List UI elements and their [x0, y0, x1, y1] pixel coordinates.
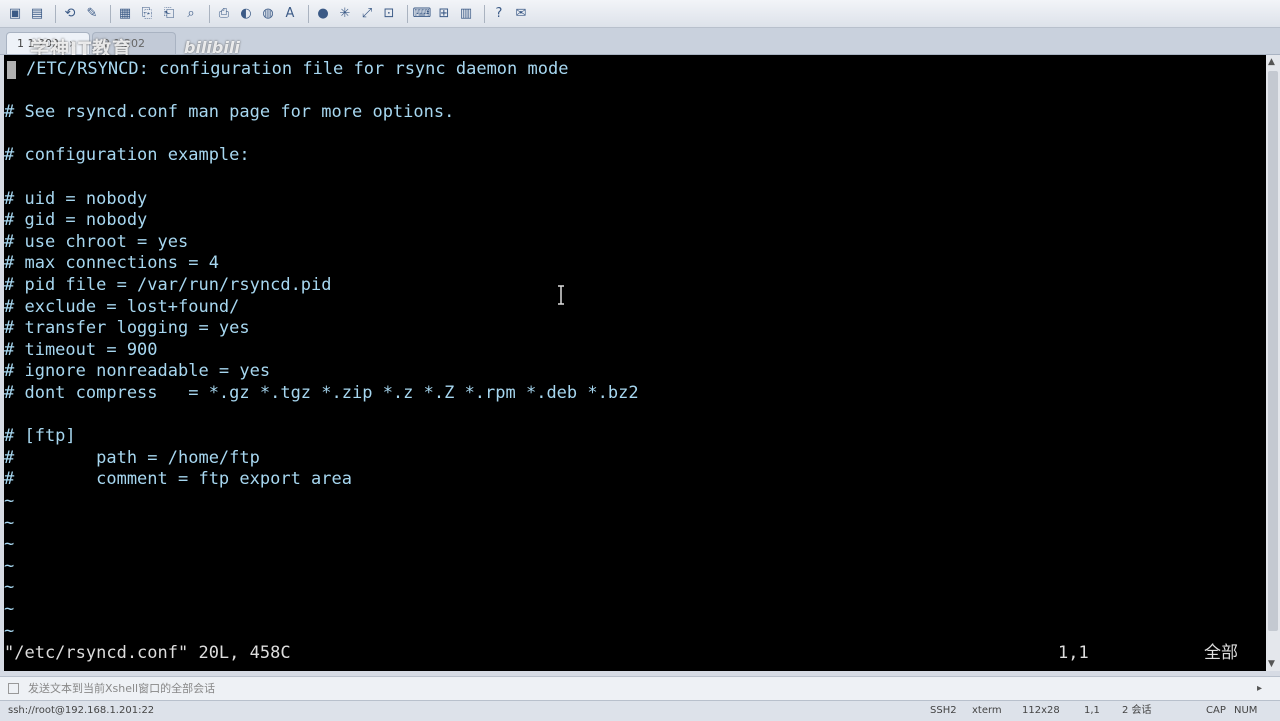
toolbar-divider — [407, 4, 408, 23]
terminal[interactable]: /ETC/RSYNCD: configuration file for rsyn… — [4, 55, 1266, 671]
terminal-line: # ignore nonreadable = yes — [4, 361, 271, 382]
find-icon[interactable]: ⌕ — [182, 5, 200, 23]
status-bar: ssh://root@192.168.1.201:22 SSH2 xterm 1… — [0, 700, 1280, 721]
terminal-line: # exclude = lost+found/ — [4, 296, 240, 317]
scroll-up-icon[interactable]: ▲ — [1268, 57, 1275, 67]
properties-icon[interactable]: ▦ — [116, 5, 134, 23]
terminal-line: # uid = nobody — [4, 188, 148, 209]
layout-icon[interactable]: ▥ — [457, 5, 475, 23]
empty-line-marker: ~ — [4, 555, 15, 576]
terminal-line: # pid file = /var/run/rsyncd.pid — [4, 275, 332, 295]
toolbar-divider — [308, 4, 309, 23]
paste-icon[interactable]: ⎗ — [160, 5, 178, 23]
terminal-type: xterm — [972, 705, 1002, 716]
copy-icon[interactable]: ⎘ — [138, 5, 156, 23]
cursor-position: 1,1 — [1084, 705, 1100, 716]
empty-line-marker: ~ — [4, 512, 15, 533]
help-icon[interactable]: ? — [490, 5, 508, 23]
print-icon[interactable]: ⎙ — [215, 5, 233, 23]
toolbar-divider — [209, 4, 210, 23]
empty-line-marker: ~ — [4, 620, 15, 641]
globe-icon[interactable]: ◍ — [259, 5, 277, 23]
terminal-line: # max connections = 4 — [4, 253, 219, 274]
empty-line-marker: ~ — [4, 577, 15, 598]
compose-bar[interactable]: 发送文本到当前Xshell窗口的全部会话 ▸ — [0, 676, 1280, 701]
tunnel-icon[interactable]: ✳ — [336, 5, 354, 23]
text-cursor — [7, 61, 16, 79]
terminal-line: # timeout = 900 — [4, 339, 158, 360]
empty-line-marker: ~ — [4, 599, 15, 619]
protocol-label: SSH2 — [930, 705, 957, 716]
num-lock-indicator: NUM — [1234, 705, 1258, 716]
toolbar-divider — [55, 4, 56, 23]
terminal-line: # [ftp] — [4, 426, 76, 447]
disconnect-icon[interactable]: ✎ — [83, 5, 101, 23]
caps-lock-indicator: CAP — [1206, 705, 1226, 716]
empty-line-marker: ~ — [4, 534, 15, 555]
scroll-down-icon[interactable]: ▼ — [1268, 659, 1275, 669]
vim-cursor-position: 1,1 — [1058, 643, 1089, 663]
vertical-scrollbar[interactable]: ▲ ▼ — [1266, 55, 1280, 671]
ibeam-cursor-icon — [558, 285, 564, 305]
terminal-line: # transfer logging = yes — [4, 318, 250, 339]
new-session-icon[interactable]: ▣ — [6, 5, 24, 23]
terminal-line: # use chroot = yes — [4, 231, 189, 252]
terminal-line: # path = /home/ftp — [4, 447, 260, 468]
toolbar-divider — [110, 4, 111, 23]
terminal-line: # configuration example: — [4, 145, 250, 166]
terminal-size: 112x28 — [1022, 705, 1060, 716]
compose-icon — [8, 683, 19, 694]
add-icon[interactable]: ⊞ — [435, 5, 453, 23]
xftp-icon[interactable]: ● — [314, 5, 332, 23]
reconnect-icon[interactable]: ⟲ — [61, 5, 79, 23]
session-count: 2 会话 — [1122, 705, 1152, 716]
terminal-line: /ETC/RSYNCD: configuration file for rsyn… — [26, 59, 569, 79]
connection-info: ssh://root@192.168.1.201:22 — [8, 705, 155, 716]
chat-icon[interactable]: ✉ — [512, 5, 530, 23]
fullscreen-icon[interactable]: ⤢ — [358, 5, 376, 23]
compose-input[interactable]: 发送文本到当前Xshell窗口的全部会话 — [28, 677, 215, 701]
open-folder-icon[interactable]: ▤ — [28, 5, 46, 23]
terminal-line: # dont compress = *.gz *.tgz *.zip *.z *… — [4, 383, 639, 403]
keyboard-icon[interactable]: ⌨ — [413, 5, 432, 23]
toolbar: ▣ ▤ ⟲ ✎ ▦ ⎘ ⎗ ⌕ ⎙ ◐ ◍ A ● ✳ ⤢ ⊡ ⌨ ⊞ ▥ ? … — [0, 0, 1280, 28]
terminal-line: # comment = ftp export area — [4, 469, 352, 490]
toolbar-divider — [484, 4, 485, 23]
font-icon[interactable]: A — [281, 5, 299, 23]
lock-icon[interactable]: ⊡ — [380, 5, 398, 23]
empty-line-marker: ~ — [4, 491, 15, 511]
scrollbar-thumb[interactable] — [1268, 71, 1278, 631]
color-scheme-icon[interactable]: ◐ — [237, 5, 255, 23]
terminal-line: # See rsyncd.conf man page for more opti… — [4, 102, 455, 123]
compose-menu-icon[interactable]: ▸ — [1257, 677, 1262, 701]
vim-view-percent: 全部 — [1204, 643, 1238, 663]
terminal-line: # gid = nobody — [4, 210, 148, 231]
